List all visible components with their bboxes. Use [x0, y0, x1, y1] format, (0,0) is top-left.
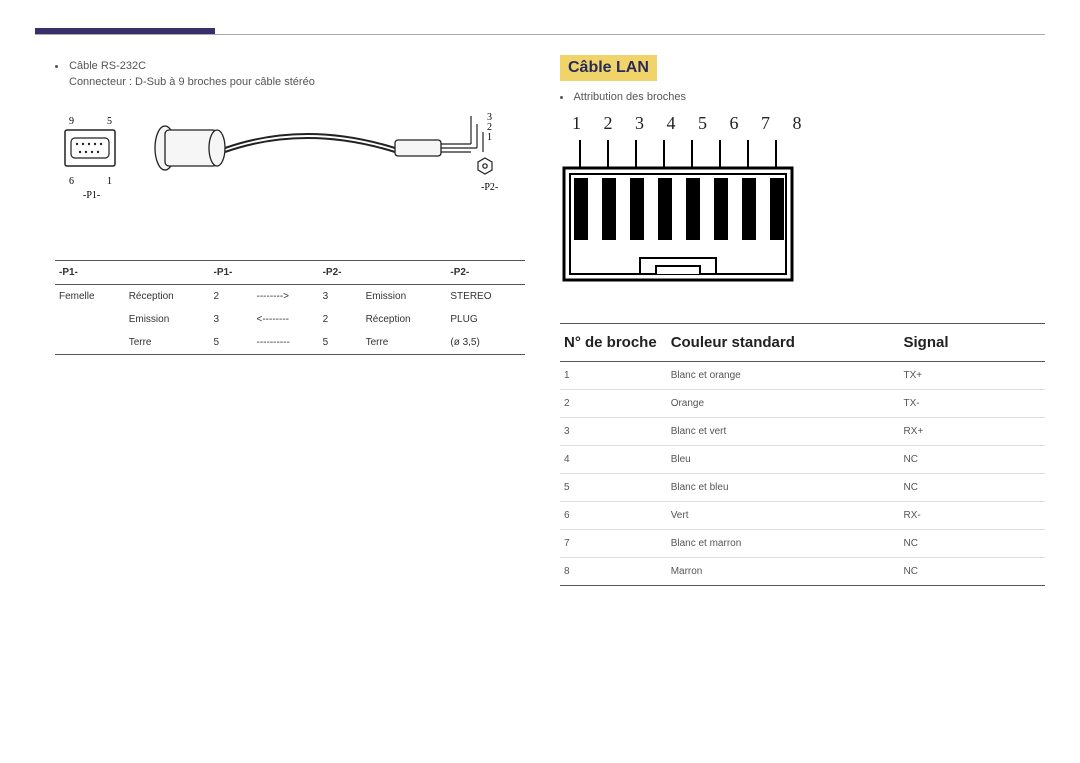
table-row: Femelle Réception 2 --------> 3 Emission… [55, 285, 525, 309]
svg-text:6: 6 [69, 176, 74, 187]
col-color: Couleur standard [667, 324, 900, 362]
col-p2b: -P2- [446, 261, 525, 285]
col-signal: Signal [899, 324, 1045, 362]
pin-numbers-row: 1 2 3 4 5 6 7 8 [572, 113, 820, 134]
table-header-row: -P1- -P1- -P2- -P2- [55, 261, 525, 285]
svg-text:-P1-: -P1- [83, 190, 100, 201]
lan-section: Câble LAN Attribution des broches 1 2 3 … [560, 55, 1045, 586]
table-row: 1 Blanc et orange TX+ [560, 362, 1045, 390]
col-p1b: -P1- [209, 261, 252, 285]
rs232-pinout-table: -P1- -P1- -P2- -P2- Femelle Réception 2 … [55, 260, 525, 355]
col-p1a: -P1- [55, 261, 125, 285]
table-row: 7 Blanc et marron NC [560, 530, 1045, 558]
table-row: 6 Vert RX- [560, 502, 1045, 530]
table-row: 4 Bleu NC [560, 446, 1045, 474]
svg-text:5: 5 [107, 116, 112, 127]
rj45-svg [560, 140, 820, 290]
table-row: 2 Orange TX- [560, 390, 1045, 418]
lan-bullet: Attribution des broches [560, 91, 1045, 103]
rs232-section: Câble RS-232C Connecteur : D-Sub à 9 bro… [55, 60, 525, 355]
rs232-connector-line: Connecteur : D-Sub à 9 broches pour câbl… [69, 76, 525, 88]
svg-text:1: 1 [107, 176, 112, 187]
rs232-bullet: Câble RS-232C [55, 60, 525, 72]
table-row: Terre 5 ---------- 5 Terre (ø 3,5) [55, 331, 525, 355]
lan-pin-attr-label: Attribution des broches [573, 91, 686, 103]
rj45-diagram: 1 2 3 4 5 6 7 8 [560, 113, 820, 295]
table-header-row: N° de broche Couleur standard Signal [560, 324, 1045, 362]
bullet-icon [55, 65, 58, 68]
rs232-cable-label: Câble RS-232C [69, 60, 146, 72]
lan-pinout-table: N° de broche Couleur standard Signal 1 B… [560, 323, 1045, 586]
lan-heading: Câble LAN [560, 55, 657, 81]
table-row: 3 Blanc et vert RX+ [560, 418, 1045, 446]
svg-text:1: 1 [487, 132, 492, 143]
rs232-diagram-svg: 9 5 6 1 -P1- -P2- 3 2 1 [55, 100, 525, 260]
table-row: 5 Blanc et bleu NC [560, 474, 1045, 502]
col-p2a: -P2- [319, 261, 362, 285]
table-row: Emission 3 <-------- 2 Réception PLUG [55, 308, 525, 331]
header-rule [35, 34, 1045, 35]
col-pin: N° de broche [560, 324, 667, 362]
table-row: 8 Marron NC [560, 558, 1045, 586]
rs232-diagram: 9 5 6 1 -P1- -P2- 3 2 1 [55, 100, 525, 260]
svg-text:9: 9 [69, 116, 74, 127]
bullet-icon [560, 96, 563, 99]
svg-text:-P2-: -P2- [481, 182, 498, 193]
